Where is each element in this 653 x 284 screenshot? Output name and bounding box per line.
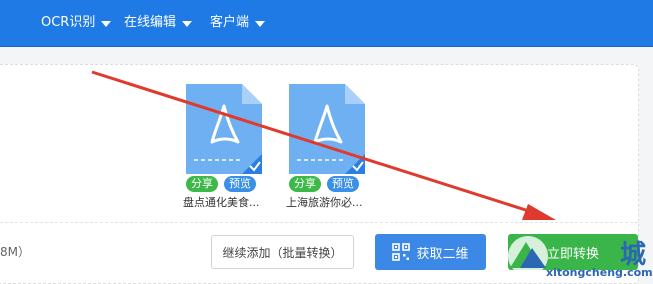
file-size-limit-text: 8M） <box>0 245 30 259</box>
continue-add-button[interactable]: 继续添加（批量转换） <box>211 235 354 269</box>
chevron-down-icon <box>101 20 112 27</box>
get-qr-code-button[interactable]: 获取二维 <box>375 234 486 270</box>
file-name: 盘点通化美食... <box>183 196 260 209</box>
get-qr-code-label: 获取二维 <box>416 246 469 262</box>
watermark-logo-icon <box>508 236 548 276</box>
nav-ocr-label: OCR识别 <box>41 15 96 30</box>
divider <box>0 222 638 223</box>
preview-tag[interactable]: 预览 <box>224 176 256 192</box>
share-tag[interactable]: 分享 <box>289 176 321 192</box>
nav-online-edit-label: 在线编辑 <box>124 15 177 30</box>
nav-client-label: 客户端 <box>210 15 250 30</box>
watermark-site: xitongcheng.com <box>546 266 653 279</box>
file-card[interactable]: 分享 预览 上海旅游你必... <box>286 84 381 209</box>
preview-tag[interactable]: 预览 <box>327 176 359 192</box>
chevron-down-icon <box>182 20 193 27</box>
share-tag[interactable]: 分享 <box>186 176 218 192</box>
file-card[interactable]: 分享 预览 盘点通化美食... <box>183 84 278 209</box>
chevron-down-icon <box>255 20 266 27</box>
file-name: 上海旅游你必... <box>286 196 363 209</box>
watermark: 城 xitongcheng.com <box>502 226 653 284</box>
pdf-file-icon <box>289 84 365 174</box>
nav-online-edit[interactable]: 在线编辑 <box>124 13 193 33</box>
nav-client[interactable]: 客户端 <box>210 13 266 33</box>
nav-ocr[interactable]: OCR识别 <box>41 13 112 33</box>
qr-code-icon <box>392 243 411 261</box>
top-navigation-bar: OCR识别 在线编辑 客户端 <box>0 0 653 47</box>
pdf-file-icon <box>186 84 262 174</box>
